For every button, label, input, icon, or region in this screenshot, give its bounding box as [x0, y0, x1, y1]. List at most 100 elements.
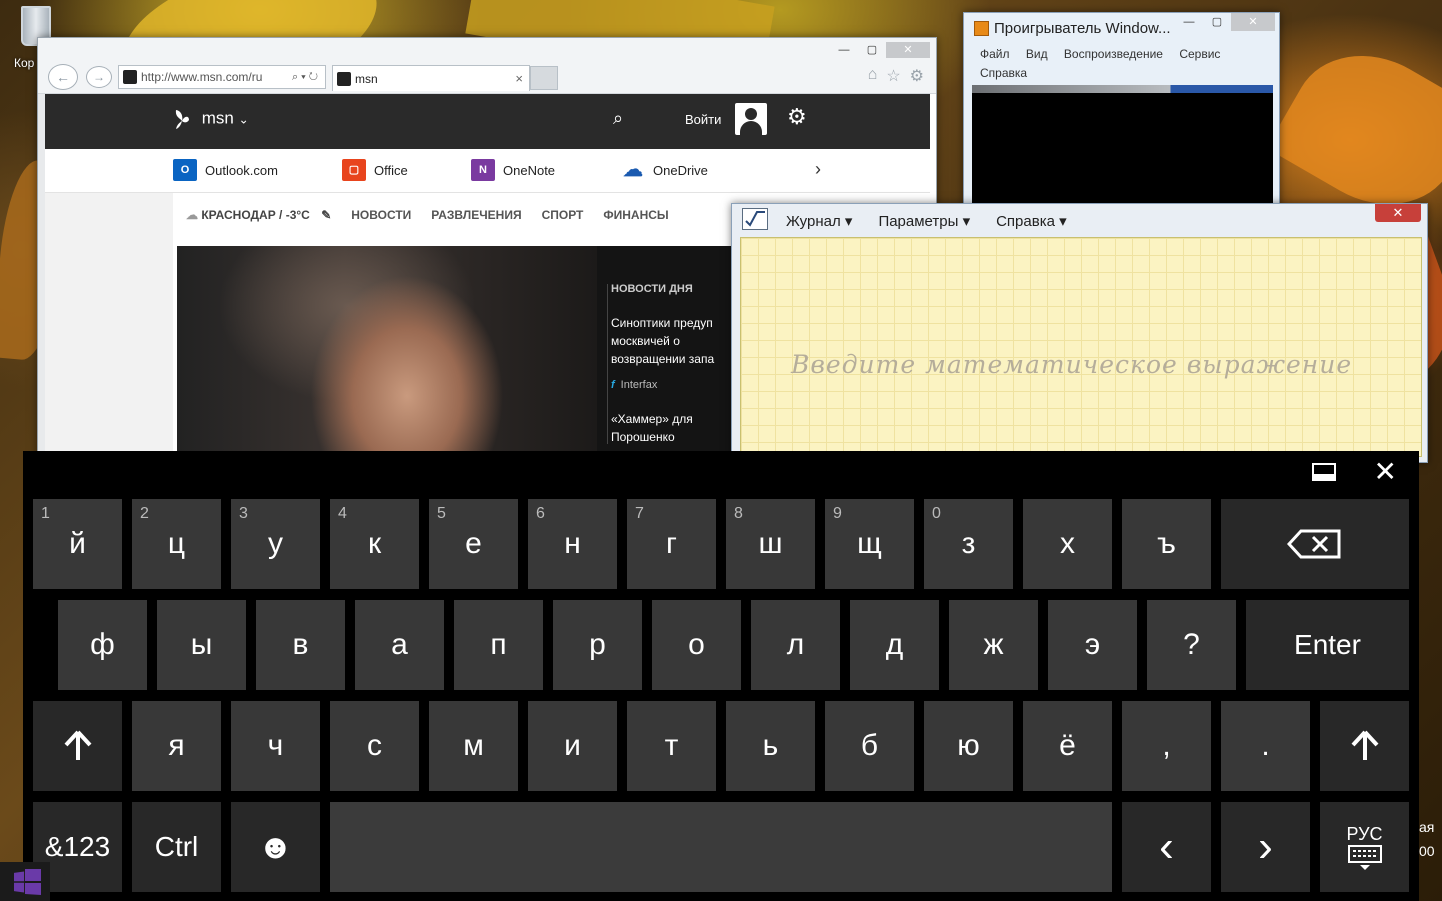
start-button[interactable]: [0, 862, 50, 901]
hero-story[interactable]: НОВОСТИ ДНЯ Синоптики предуп москвичей о…: [177, 246, 737, 476]
arrow-left-key[interactable]: ‹: [1122, 802, 1211, 892]
key[interactable]: ы: [157, 600, 246, 690]
news-item-2[interactable]: «Хаммер» для Порошенко: [611, 410, 737, 446]
maximize-button[interactable]: ▢: [858, 42, 886, 58]
edit-pencil-icon[interactable]: ✎: [321, 208, 331, 222]
key[interactable]: а: [355, 600, 444, 690]
key[interactable]: 0з: [924, 499, 1013, 589]
forward-icon[interactable]: →: [86, 66, 112, 88]
app-onedrive[interactable]: ☁ OneDrive: [621, 159, 708, 181]
menu-help[interactable]: Справка: [980, 66, 1027, 80]
menu-history[interactable]: Журнал ▾: [786, 212, 852, 230]
key[interactable]: 9щ: [825, 499, 914, 589]
back-icon[interactable]: ←: [48, 64, 78, 90]
gear-icon[interactable]: ⚙: [910, 66, 924, 86]
key[interactable]: м: [429, 701, 518, 791]
key[interactable]: 8ш: [726, 499, 815, 589]
sign-in-link[interactable]: Войти: [685, 112, 721, 127]
menu-options[interactable]: Параметры ▾: [878, 212, 970, 230]
weather-city[interactable]: ☁ КРАСНОДАР / -3°C ✎: [186, 208, 331, 222]
news-item-1[interactable]: Синоптики предуп москвичей о возвращении…: [611, 314, 737, 368]
key[interactable]: х: [1023, 499, 1112, 589]
menu-playback[interactable]: Воспроизведение: [1064, 47, 1163, 61]
tab-close-icon[interactable]: ×: [515, 66, 523, 92]
video-area[interactable]: [972, 93, 1273, 203]
key[interactable]: ж: [949, 600, 1038, 690]
avatar[interactable]: [735, 103, 767, 135]
settings-gear-icon[interactable]: ⚙: [787, 104, 807, 130]
key[interactable]: ь: [726, 701, 815, 791]
key[interactable]: 7г: [627, 499, 716, 589]
key[interactable]: 3у: [231, 499, 320, 589]
key[interactable]: б: [825, 701, 914, 791]
app-outlook[interactable]: O Outlook.com: [173, 159, 278, 181]
shift-right-key[interactable]: [1320, 701, 1409, 791]
minimize-button[interactable]: —: [830, 42, 858, 58]
key[interactable]: л: [751, 600, 840, 690]
key[interactable]: д: [850, 600, 939, 690]
key[interactable]: 5е: [429, 499, 518, 589]
key[interactable]: 1й: [33, 499, 122, 589]
space-key[interactable]: [330, 802, 1112, 892]
ctrl-key[interactable]: Ctrl: [132, 802, 221, 892]
key[interactable]: ъ: [1122, 499, 1211, 589]
address-bar[interactable]: http://www.msn.com/ru ⌕▾↻: [118, 65, 326, 89]
key[interactable]: 2ц: [132, 499, 221, 589]
math-input-panel[interactable]: Журнал ▾ Параметры ▾ Справка ▾ ✕ Введите…: [731, 203, 1428, 463]
key[interactable]: .: [1221, 701, 1310, 791]
key[interactable]: ч: [231, 701, 320, 791]
key-char: ш: [758, 527, 783, 560]
msn-butterfly-icon: [175, 110, 189, 129]
app-office[interactable]: ▢ Office: [342, 159, 408, 181]
close-keyboard-icon[interactable]: ✕: [1374, 458, 1397, 486]
nav-entertainment[interactable]: РАЗВЛЕЧЕНИЯ: [431, 208, 521, 222]
backspace-key[interactable]: [1221, 499, 1409, 589]
search-refresh-icon[interactable]: ⌕▾↻: [292, 66, 321, 88]
key[interactable]: и: [528, 701, 617, 791]
home-icon[interactable]: ⌂: [868, 66, 878, 86]
key[interactable]: 4к: [330, 499, 419, 589]
key[interactable]: 6н: [528, 499, 617, 589]
key[interactable]: ф: [58, 600, 147, 690]
menu-file[interactable]: Файл: [980, 47, 1010, 61]
key[interactable]: т: [627, 701, 716, 791]
key[interactable]: п: [454, 600, 543, 690]
chevron-right-icon[interactable]: ›: [815, 159, 821, 180]
nav-sport[interactable]: СПОРТ: [542, 208, 584, 222]
search-icon[interactable]: ⌕: [613, 108, 623, 129]
emoji-key[interactable]: ☻: [231, 802, 320, 892]
msn-logo[interactable]: msn ⌄: [173, 108, 249, 130]
menu-view[interactable]: Вид: [1026, 47, 1048, 61]
dock-keyboard-icon[interactable]: [1311, 463, 1336, 481]
arrow-right-key[interactable]: ›: [1221, 802, 1310, 892]
app-onenote[interactable]: N OneNote: [471, 159, 555, 181]
writing-area[interactable]: Введите математическое выражение: [740, 237, 1422, 457]
key[interactable]: р: [553, 600, 642, 690]
key[interactable]: ,: [1122, 701, 1211, 791]
key[interactable]: о: [652, 600, 741, 690]
key[interactable]: с: [330, 701, 419, 791]
key[interactable]: э: [1048, 600, 1137, 690]
key[interactable]: ю: [924, 701, 1013, 791]
shift-left-key[interactable]: [33, 701, 122, 791]
minimize-button[interactable]: —: [1175, 13, 1203, 31]
enter-key[interactable]: Enter: [1246, 600, 1409, 690]
key[interactable]: в: [256, 600, 345, 690]
key[interactable]: ?: [1147, 600, 1236, 690]
media-player-window[interactable]: Проигрыватель Window... — ▢ ✕ Файл Вид В…: [963, 12, 1280, 212]
close-button[interactable]: ✕: [886, 42, 930, 58]
menu-help[interactable]: Справка ▾: [996, 212, 1067, 230]
key[interactable]: я: [132, 701, 221, 791]
favorites-star-icon[interactable]: ☆: [886, 66, 900, 86]
key[interactable]: ё: [1023, 701, 1112, 791]
nav-finance[interactable]: ФИНАНСЫ: [603, 208, 668, 222]
tab-msn[interactable]: msn ×: [332, 65, 530, 91]
menu-tools[interactable]: Сервис: [1179, 47, 1220, 61]
close-button[interactable]: ✕: [1231, 13, 1275, 31]
maximize-button[interactable]: ▢: [1203, 13, 1231, 31]
new-tab-button[interactable]: [530, 66, 558, 90]
media-player-toolbar[interactable]: [972, 85, 1273, 93]
language-key[interactable]: РУС: [1320, 802, 1409, 892]
close-button[interactable]: ✕: [1375, 204, 1421, 222]
nav-news[interactable]: НОВОСТИ: [351, 208, 411, 222]
